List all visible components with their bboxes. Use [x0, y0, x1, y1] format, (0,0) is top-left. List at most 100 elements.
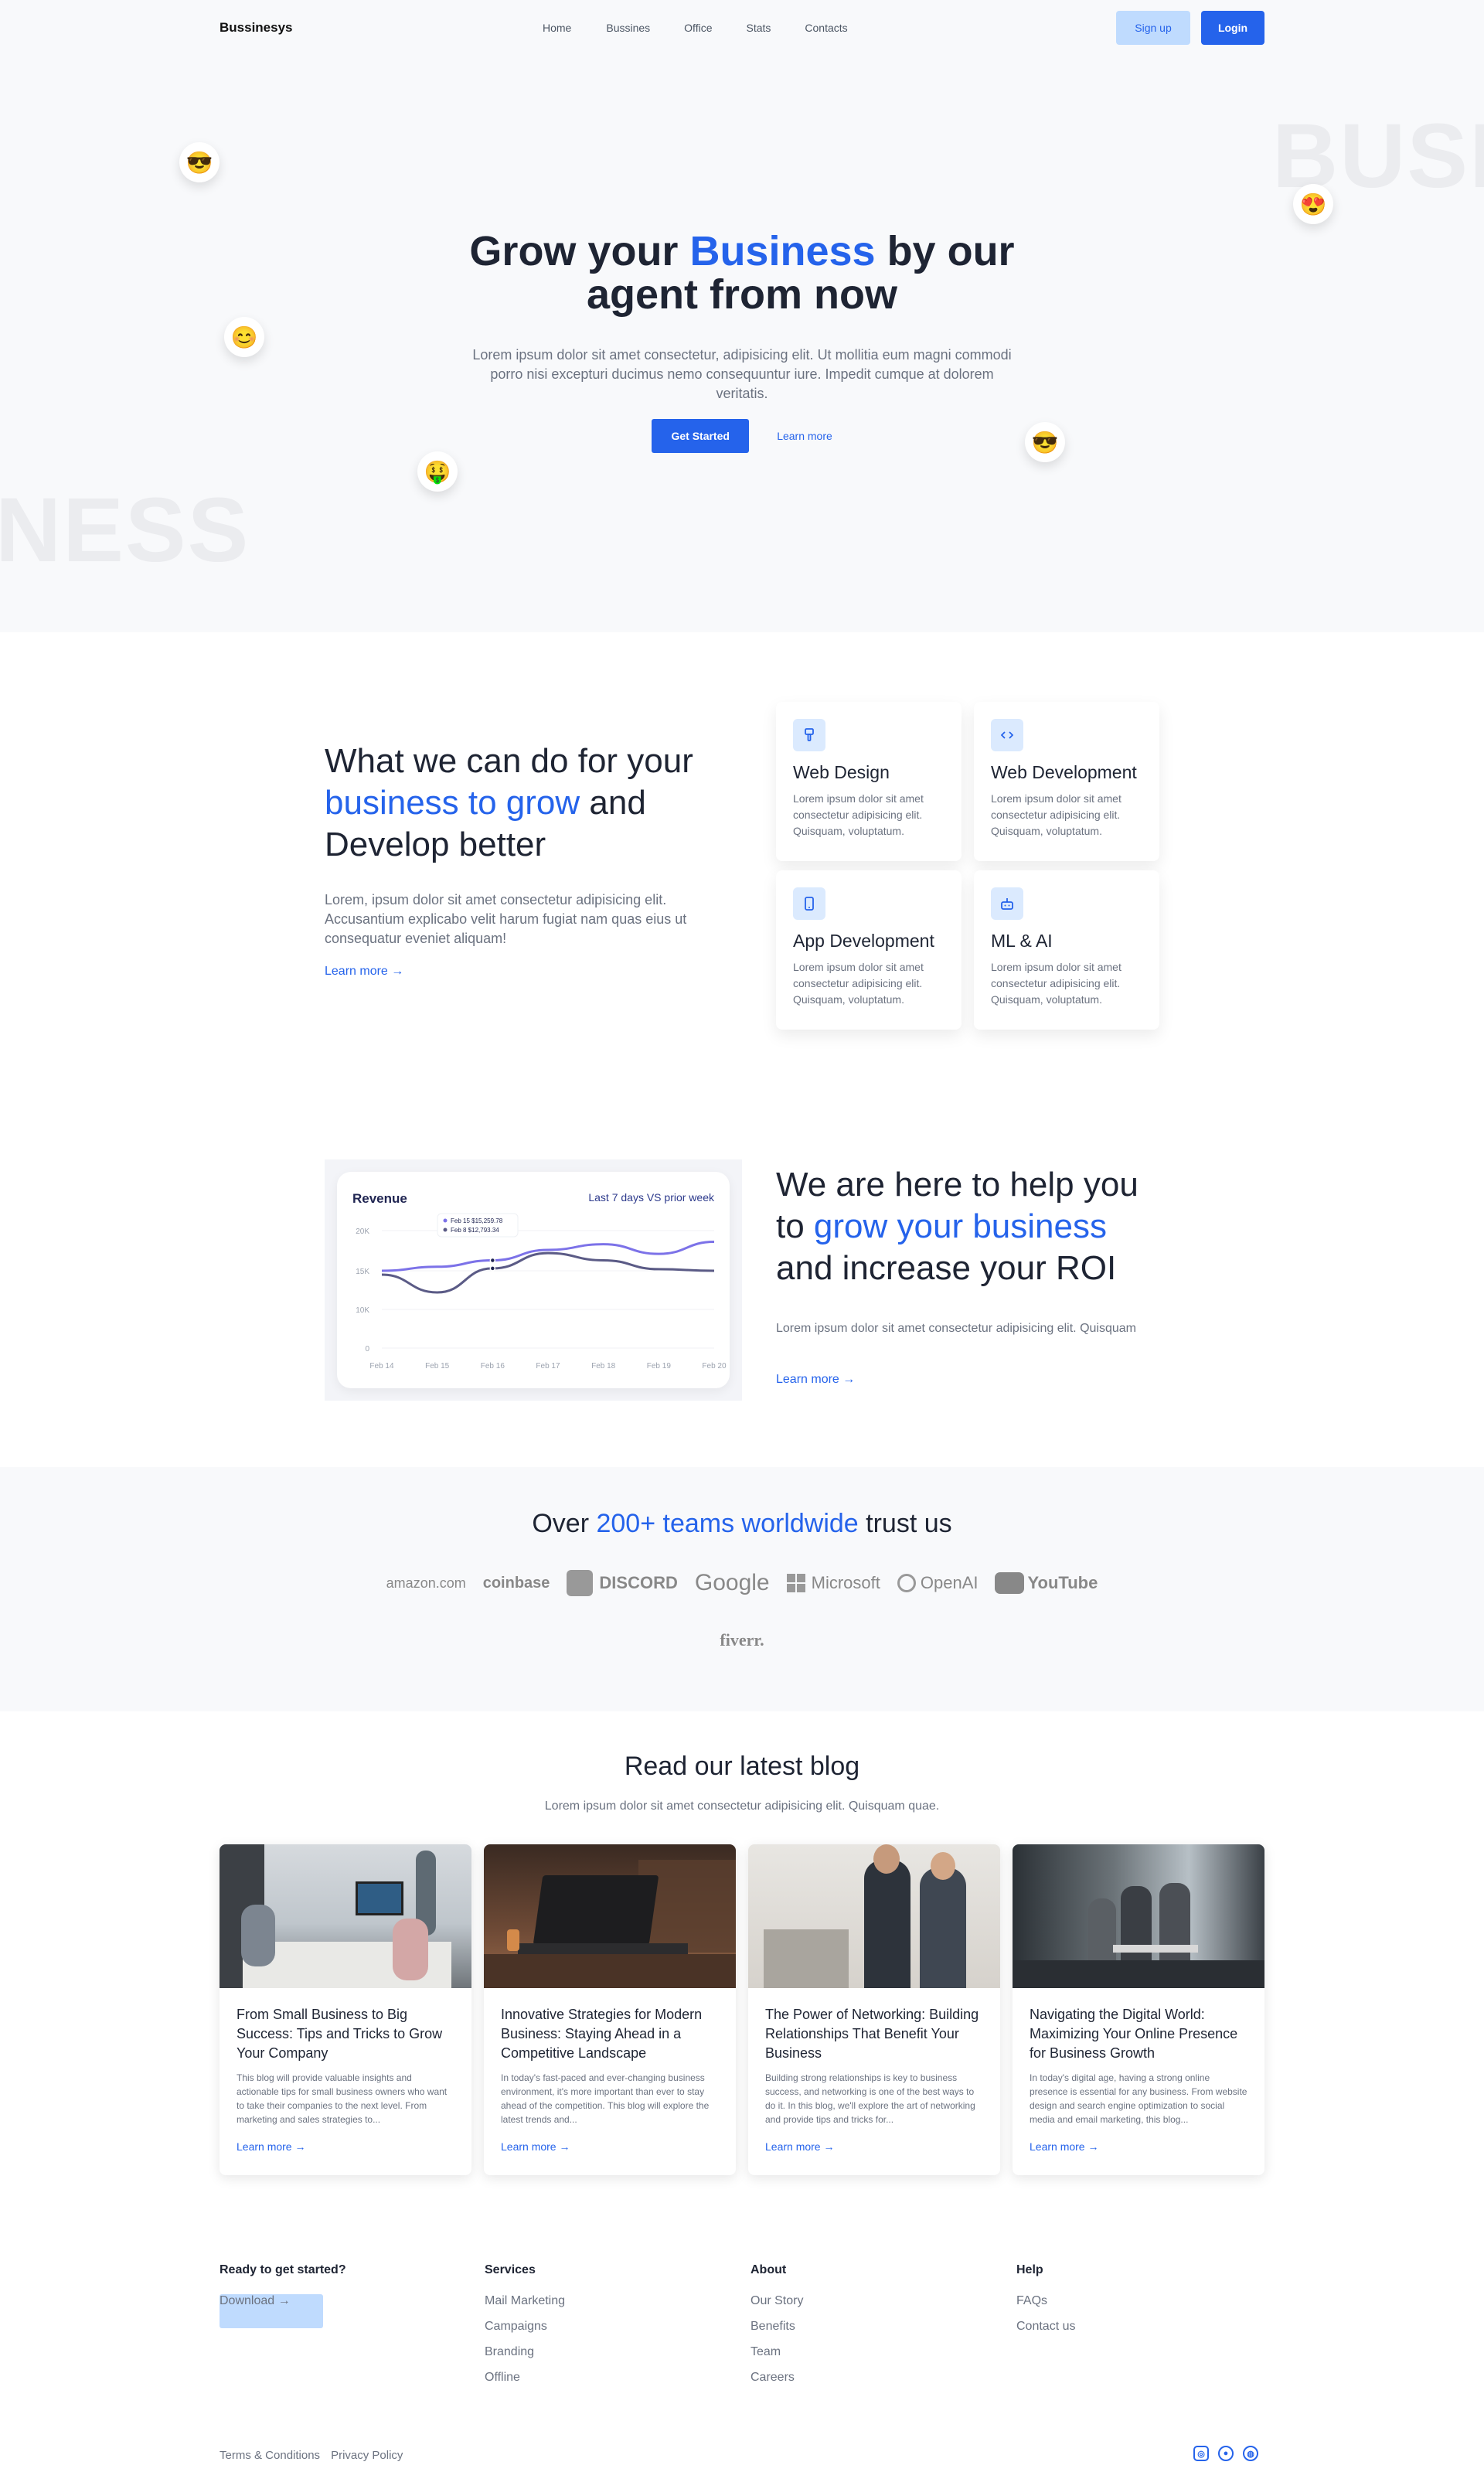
code-icon: [991, 719, 1023, 751]
chart-x-tick-label: Feb 20: [702, 1362, 727, 1370]
roi-learn-more-link[interactable]: Learn more →: [776, 1373, 855, 1387]
blog-card[interactable]: Innovative Strategies for Modern Busines…: [484, 1844, 736, 2175]
chart-y-tick-label: 0: [365, 1345, 369, 1353]
instagram-icon[interactable]: ◎: [1193, 2446, 1209, 2461]
get-started-button[interactable]: Get Started: [652, 419, 750, 453]
hero-title: Grow your Business by our agent from now: [469, 228, 1015, 318]
footer-link-benefits[interactable]: Benefits: [751, 2320, 803, 2334]
chart-tooltip: Feb 15 $15,259.78 Feb 8 $12,793.34: [437, 1213, 519, 1238]
footer-services: Services Mail Marketing Campaigns Brandi…: [485, 2263, 565, 2396]
nav-office[interactable]: Office: [684, 22, 712, 34]
chart-highlight-point: [489, 1265, 496, 1272]
chart-highlight-point: [489, 1257, 496, 1264]
service-card-text: Lorem ipsum dolor sit amet consectetur a…: [991, 792, 1122, 837]
blog-learn-more-link[interactable]: Learn more →: [237, 2140, 454, 2153]
services-description: Lorem, ipsum dolor sit amet consectetur …: [325, 892, 687, 946]
dribbble-icon[interactable]: ◍: [1243, 2446, 1258, 2461]
chart-title: Revenue: [352, 1191, 407, 1206]
blog-card[interactable]: From Small Business to Big Success: Tips…: [220, 1844, 471, 2175]
footer-link-faqs[interactable]: FAQs: [1016, 2294, 1075, 2308]
footer-help: Help FAQs Contact us: [1016, 2263, 1075, 2345]
blog-image-meeting: [220, 1844, 471, 1988]
blog-card-title: Innovative Strategies for Modern Busines…: [501, 2007, 703, 2061]
hero-description: Lorem ipsum dolor sit amet consectetur, …: [472, 347, 1012, 401]
service-card-text: Lorem ipsum dolor sit amet consectetur a…: [991, 961, 1122, 1006]
blog-learn-more-link[interactable]: Learn more →: [1030, 2140, 1247, 2153]
footer-about: About Our Story Benefits Team Careers: [751, 2263, 803, 2396]
github-icon[interactable]: ●: [1218, 2446, 1234, 2461]
footer-cta: Ready to get started? Download →: [220, 2263, 346, 2340]
service-card-text: Lorem ipsum dolor sit amet consectetur a…: [793, 792, 924, 837]
service-card-title: ML & AI: [991, 931, 1053, 951]
blog-card-title: Navigating the Digital World: Maximizing…: [1030, 2007, 1238, 2061]
chart-subtitle: Last 7 days VS prior week: [588, 1191, 715, 1204]
blog-subtitle: Lorem ipsum dolor sit amet consectetur a…: [544, 1800, 940, 1813]
nav-contacts[interactable]: Contacts: [805, 22, 847, 34]
footer-services-title: Services: [485, 2263, 536, 2276]
nav-home[interactable]: Home: [543, 22, 571, 34]
footer-legal: Terms & Conditions Privacy Policy: [220, 2449, 403, 2462]
chart-x-tick-label: Feb 19: [647, 1362, 672, 1370]
services-section: What we can do for your business to grow…: [0, 632, 1484, 1467]
microsoft-logo: Microsoft: [786, 1566, 880, 1600]
emoji-money-icon: 🤑: [417, 451, 458, 492]
chart-y-tick-label: 20K: [356, 1227, 369, 1236]
emoji-smile-icon: 😊: [224, 317, 264, 357]
discord-logo: DISCORD: [567, 1566, 678, 1600]
blog-card-excerpt: In today's digital age, having a strong …: [1030, 2072, 1247, 2125]
brand-logo[interactable]: Bussinesys: [220, 20, 293, 36]
nav-bussines[interactable]: Bussines: [606, 22, 650, 34]
service-card-title: Web Development: [991, 762, 1137, 782]
amazon-logo: amazon.com: [386, 1575, 466, 1591]
blog-learn-more-link[interactable]: Learn more →: [765, 2140, 983, 2153]
hero-bg-word-ness: NESS: [0, 479, 250, 581]
coinbase-logo: coinbase: [482, 1574, 550, 1592]
signup-button[interactable]: Sign up: [1116, 11, 1190, 45]
chart-x-tick-label: Feb 17: [536, 1362, 560, 1370]
blog-card[interactable]: The Power of Networking: Building Relati…: [748, 1844, 1000, 2175]
blog-title: Read our latest blog: [624, 1752, 860, 1781]
chart-y-tick-label: 10K: [356, 1306, 369, 1315]
blog-card-title: The Power of Networking: Building Relati…: [765, 2007, 979, 2061]
revenue-chart-card: Revenue Last 7 days VS prior week 0 10K 15…: [337, 1172, 730, 1388]
youtube-logo: YouTube: [995, 1566, 1098, 1600]
services-learn-more-link[interactable]: Learn more →: [325, 965, 403, 979]
roi-title: We are here to help you to grow your bus…: [776, 1166, 1139, 1287]
login-button[interactable]: Login: [1201, 11, 1264, 45]
nav-stats[interactable]: Stats: [746, 22, 771, 34]
chart-x-tick-label: Feb 15: [425, 1362, 450, 1370]
footer-link-our-story[interactable]: Our Story: [751, 2294, 803, 2308]
footer-link-offline[interactable]: Offline: [485, 2371, 565, 2385]
footer-link-careers[interactable]: Careers: [751, 2371, 803, 2385]
footer-link-team[interactable]: Team: [751, 2345, 803, 2359]
footer-link-mail-marketing[interactable]: Mail Marketing: [485, 2294, 565, 2308]
footer-about-title: About: [751, 2263, 787, 2276]
blog-section: Read our latest blog Lorem ipsum dolor s…: [0, 1711, 1484, 2217]
service-card-ml-ai[interactable]: ML & AI Lorem ipsum dolor sit amet conse…: [974, 870, 1159, 1030]
chart-x-tick-label: Feb 16: [481, 1362, 505, 1370]
roi-description: Lorem ipsum dolor sit amet consectetur a…: [776, 1322, 1136, 1335]
service-card-app-development[interactable]: App Development Lorem ipsum dolor sit am…: [776, 870, 962, 1030]
chart-y-tick-label: 15K: [356, 1268, 369, 1276]
trust-title: Over 200+ teams worldwide trust us: [532, 1509, 952, 1538]
footer-link-contact[interactable]: Contact us: [1016, 2320, 1075, 2334]
service-card-title: App Development: [793, 931, 934, 951]
terms-link[interactable]: Terms & Conditions: [220, 2449, 320, 2462]
privacy-link[interactable]: Privacy Policy: [331, 2449, 403, 2462]
emoji-cool-icon: 😎: [179, 142, 220, 182]
chart-tooltip-line-2: Feb 8 $12,793.34: [451, 1227, 499, 1234]
chart-tooltip-line-1: Feb 15 $15,259.78: [451, 1217, 503, 1224]
download-button[interactable]: Download →: [220, 2294, 323, 2328]
trust-section: Over 200+ teams worldwide trust us amazo…: [0, 1467, 1484, 1711]
service-card-web-design[interactable]: Web Design Lorem ipsum dolor sit amet co…: [776, 702, 962, 861]
blog-learn-more-link[interactable]: Learn more →: [501, 2140, 719, 2153]
fiverr-logo: fiverr.: [720, 1630, 764, 1650]
footer-link-campaigns[interactable]: Campaigns: [485, 2320, 565, 2334]
robot-icon: [991, 887, 1023, 920]
blog-card[interactable]: Navigating the Digital World: Maximizing…: [1013, 1844, 1264, 2175]
hero-learn-more-link[interactable]: Learn more: [777, 430, 832, 442]
footer-link-branding[interactable]: Branding: [485, 2345, 565, 2359]
service-card-web-development[interactable]: Web Development Lorem ipsum dolor sit am…: [974, 702, 1159, 861]
revenue-chart-panel: Revenue Last 7 days VS prior week 0 10K 15…: [325, 1159, 742, 1401]
revenue-line-chart: Revenue Last 7 days VS prior week 0 10K 15…: [352, 1191, 727, 1370]
